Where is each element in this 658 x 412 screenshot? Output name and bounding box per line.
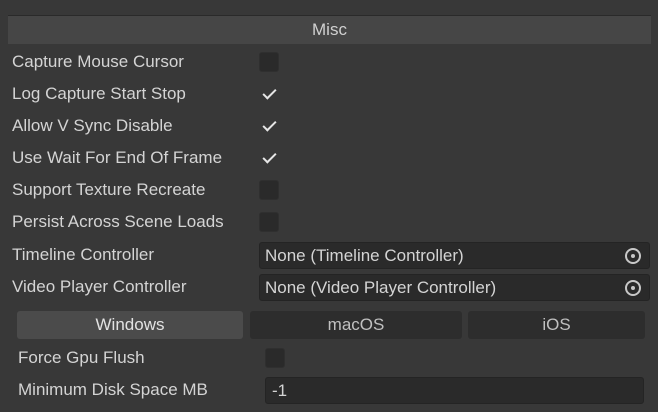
- use-wait-for-end-of-frame-checkbox[interactable]: [259, 148, 279, 168]
- persist-across-scene-loads-checkbox[interactable]: [259, 212, 279, 232]
- force-gpu-flush-label: Force Gpu Flush: [18, 348, 145, 367]
- force-gpu-flush-checkbox[interactable]: [265, 348, 285, 368]
- section-title: Misc: [312, 20, 347, 39]
- object-picker-icon[interactable]: [625, 248, 641, 264]
- setting-label: Log Capture Start Stop: [12, 84, 186, 103]
- setting-row-use-wait-for-end-of-frame: Use Wait For End Of Frame: [0, 144, 658, 172]
- misc-section-header[interactable]: Misc: [8, 15, 651, 44]
- minimum-disk-space-value: -1: [272, 381, 288, 400]
- timeline-controller-label: Timeline Controller: [12, 245, 155, 264]
- capture-mouse-cursor-checkbox[interactable]: [259, 52, 279, 72]
- allow-vsync-disable-checkbox[interactable]: [259, 116, 279, 136]
- minimum-disk-space-input[interactable]: -1: [265, 377, 644, 404]
- setting-label: Support Texture Recreate: [12, 180, 206, 199]
- timeline-controller-value: None (Timeline Controller): [265, 246, 464, 265]
- video-player-controller-field[interactable]: None (Video Player Controller): [259, 274, 650, 301]
- platform-tabs: Windows macOS iOS: [17, 311, 645, 339]
- setting-row-persist-across-scene-loads: Persist Across Scene Loads: [0, 208, 658, 236]
- setting-label: Use Wait For End Of Frame: [12, 148, 223, 167]
- support-texture-recreate-checkbox[interactable]: [259, 180, 279, 200]
- setting-row-log-capture-start-stop: Log Capture Start Stop: [0, 80, 658, 108]
- setting-label: Allow V Sync Disable: [12, 116, 173, 135]
- tab-windows[interactable]: Windows: [17, 311, 243, 339]
- setting-row-allow-vsync-disable: Allow V Sync Disable: [0, 112, 658, 140]
- timeline-controller-row: Timeline Controller None (Timeline Contr…: [0, 241, 658, 269]
- setting-label: Persist Across Scene Loads: [12, 212, 224, 231]
- video-player-controller-value: None (Video Player Controller): [265, 278, 497, 297]
- object-picker-icon[interactable]: [625, 280, 641, 296]
- minimum-disk-space-label: Minimum Disk Space MB: [18, 380, 208, 399]
- force-gpu-flush-row: Force Gpu Flush: [0, 344, 658, 372]
- inspector-panel: Misc Capture Mouse Cursor Log Capture St…: [0, 0, 658, 412]
- setting-row-support-texture-recreate: Support Texture Recreate: [0, 176, 658, 204]
- timeline-controller-field[interactable]: None (Timeline Controller): [259, 242, 650, 269]
- setting-row-capture-mouse-cursor: Capture Mouse Cursor: [0, 48, 658, 76]
- minimum-disk-space-row: Minimum Disk Space MB -1: [0, 376, 658, 404]
- tab-ios[interactable]: iOS: [468, 311, 645, 339]
- log-capture-start-stop-checkbox[interactable]: [259, 84, 279, 104]
- tab-macos[interactable]: macOS: [250, 311, 462, 339]
- video-player-controller-label: Video Player Controller: [12, 277, 187, 296]
- video-player-controller-row: Video Player Controller None (Video Play…: [0, 273, 658, 301]
- setting-label: Capture Mouse Cursor: [12, 52, 184, 71]
